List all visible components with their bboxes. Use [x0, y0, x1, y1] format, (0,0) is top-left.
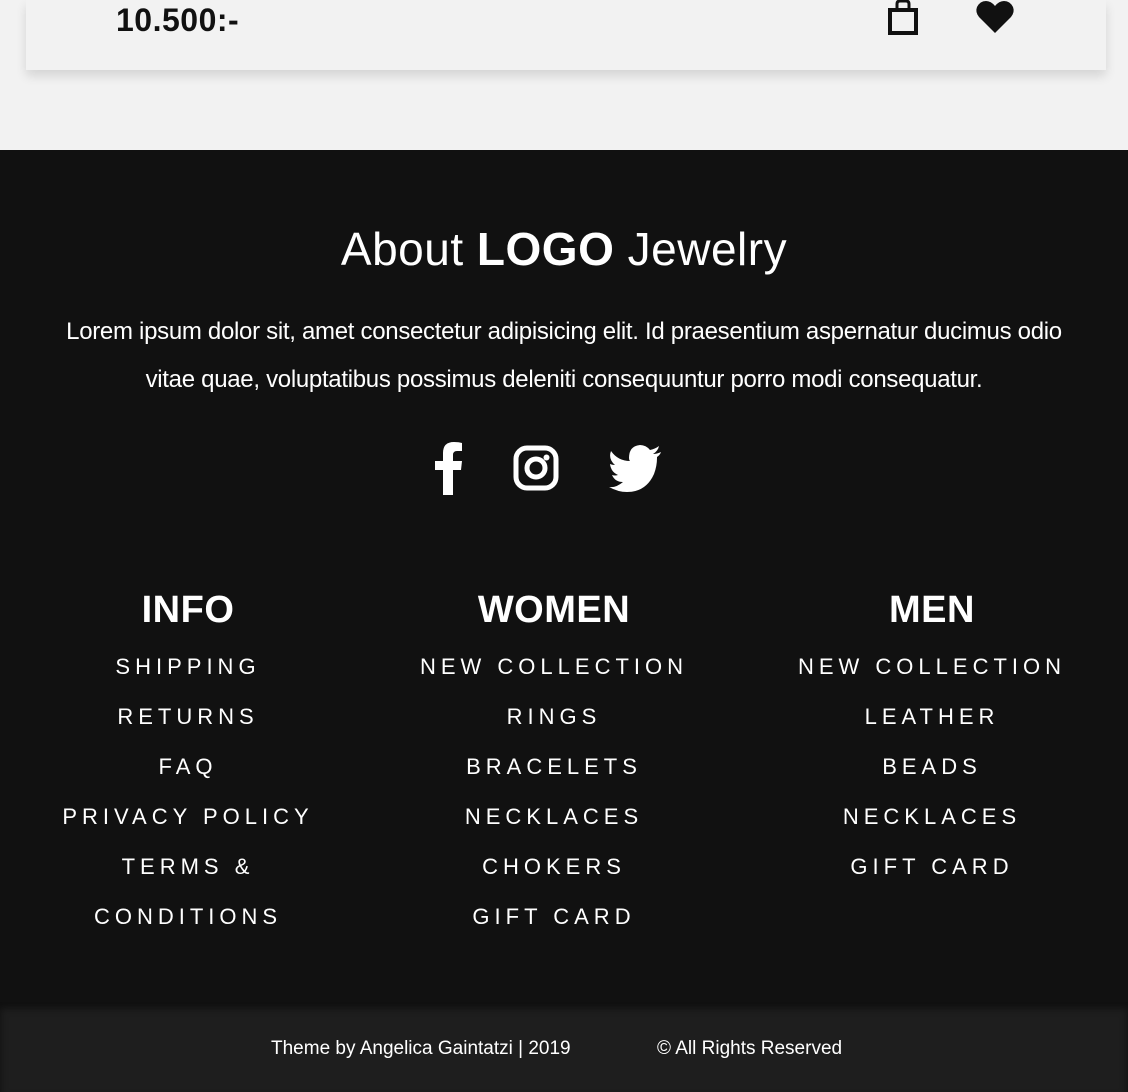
footer-link-returns[interactable]: RETURNS [117, 704, 258, 729]
add-to-favorites-button[interactable] [974, 0, 1016, 41]
instagram-link[interactable] [511, 440, 561, 501]
column-title-men: MEN [889, 589, 975, 631]
about-title: About LOGO Jewelry [0, 222, 1128, 276]
footer-link-faq[interactable]: FAQ [158, 754, 217, 779]
footer-link-men-new-collection[interactable]: NEW COLLECTION [798, 654, 1066, 679]
footer-link-men-leather[interactable]: LEATHER [865, 704, 1000, 729]
footer-column-women: WOMEN NEW COLLECTION RINGS BRACELETS NEC… [404, 584, 704, 942]
copyright-notice: © All Rights Reserved [657, 1038, 843, 1059]
product-card: 10.500:- [26, 0, 1106, 70]
brand-logo-text: LOGO [476, 223, 615, 275]
copyright-bar: Theme by Angelica Gaintatzi | 2019 © All… [0, 1002, 1128, 1092]
footer-column-men: MEN NEW COLLECTION LEATHER BEADS NECKLAC… [782, 584, 1082, 892]
footer-link-women-bracelets[interactable]: BRACELETS [466, 754, 642, 779]
product-area: 10.500:- [0, 0, 1128, 150]
product-price: 10.500:- [116, 2, 240, 38]
add-to-cart-button[interactable] [886, 0, 920, 41]
footer-link-women-gift-card[interactable]: GIFT CARD [472, 904, 635, 929]
facebook-link[interactable] [430, 440, 470, 501]
about-description: Lorem ipsum dolor sit, amet consectetur … [66, 318, 1062, 393]
footer-link-men-gift-card[interactable]: GIFT CARD [850, 854, 1013, 879]
about-title-suffix: Jewelry [627, 223, 788, 275]
footer-column-info: INFO SHIPPING RETURNS FAQ PRIVACY POLICY… [38, 584, 338, 942]
footer-link-men-necklaces[interactable]: NECKLACES [843, 804, 1021, 829]
footer-link-women-new-collection[interactable]: NEW COLLECTION [420, 654, 688, 679]
facebook-icon [435, 442, 462, 495]
column-title-info: INFO [141, 589, 235, 631]
footer-link-women-rings[interactable]: RINGS [507, 704, 602, 729]
footer-link-women-chokers[interactable]: CHOKERS [482, 854, 626, 879]
twitter-link[interactable] [608, 440, 664, 501]
column-title-women: WOMEN [477, 589, 631, 631]
footer-link-women-necklaces[interactable]: NECKLACES [465, 804, 643, 829]
heart-icon [976, 1, 1014, 33]
social-links [0, 440, 1128, 500]
footer-link-men-beads[interactable]: BEADS [882, 754, 982, 779]
footer-link-privacy-policy[interactable]: PRIVACY POLICY [62, 804, 313, 829]
footer-link-terms-conditions[interactable]: TERMS & CONDITIONS [78, 842, 298, 942]
instagram-icon [513, 445, 559, 491]
about-title-prefix: About [340, 223, 464, 275]
shopping-bag-icon [888, 0, 918, 35]
twitter-icon [609, 445, 661, 492]
theme-credit: Theme by Angelica Gaintatzi | 2019 [271, 1038, 571, 1059]
footer-link-shipping[interactable]: SHIPPING [115, 654, 260, 679]
site-footer: About LOGO Jewelry Lorem ipsum dolor sit… [0, 150, 1128, 1002]
